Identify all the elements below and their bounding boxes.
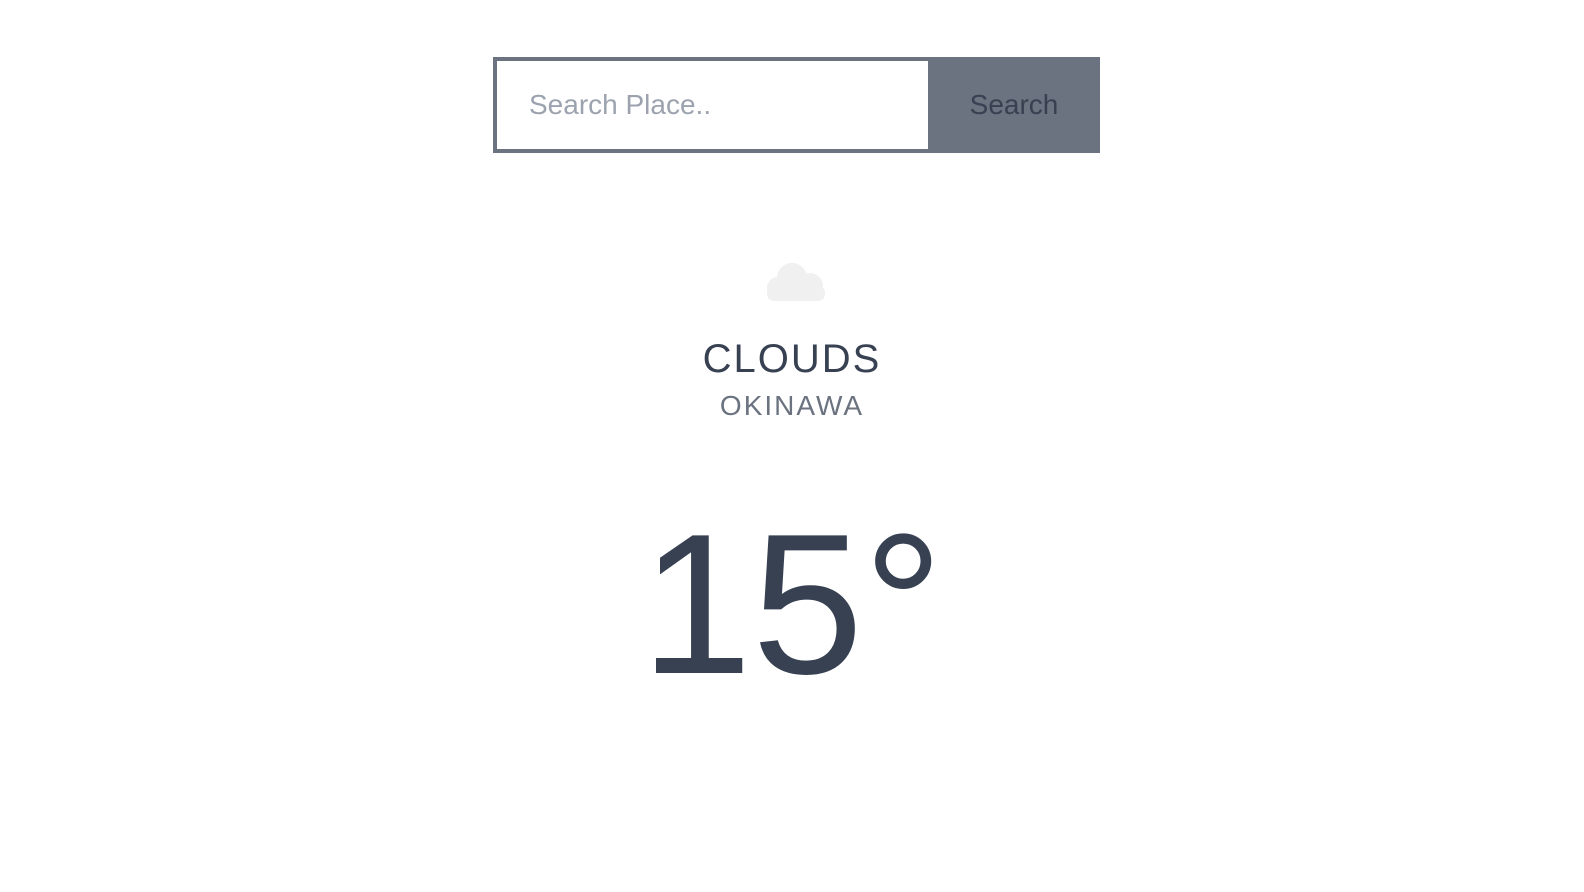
search-input[interactable] xyxy=(493,57,928,153)
search-button[interactable]: Search xyxy=(928,57,1100,153)
weather-page: Search CLOUDS OKINAWA 15° xyxy=(0,0,1584,892)
weather-condition: CLOUDS xyxy=(702,337,882,381)
temperature-reading: 15° xyxy=(640,493,944,716)
search-bar: Search xyxy=(493,57,1100,153)
location-name: OKINAWA xyxy=(719,390,865,421)
cloud-icon xyxy=(765,262,827,302)
